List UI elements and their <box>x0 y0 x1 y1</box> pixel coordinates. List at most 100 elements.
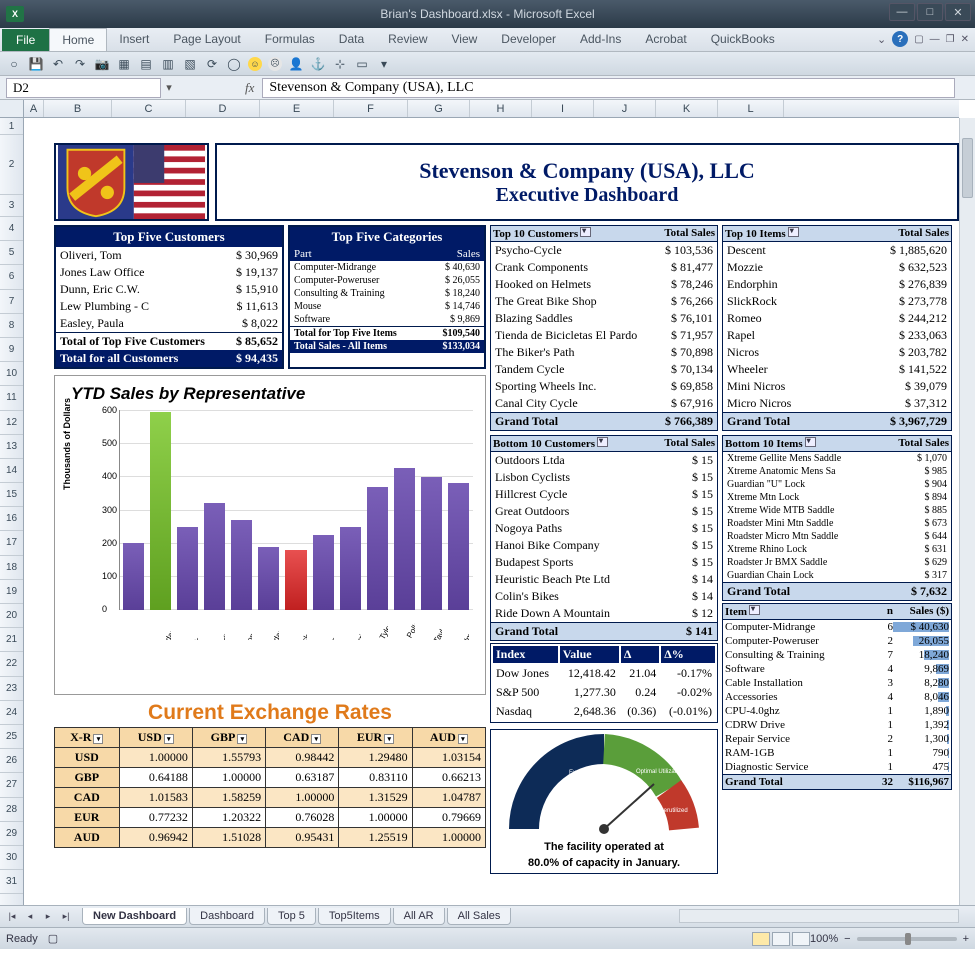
qat-tree-icon[interactable]: ⊹ <box>332 56 348 72</box>
qat-refresh-icon[interactable]: ⟳ <box>204 56 220 72</box>
dropdown-icon[interactable]: ▾ <box>458 734 468 744</box>
column-header[interactable]: B <box>44 100 112 117</box>
name-box[interactable] <box>6 78 161 98</box>
ribbon-tab-view[interactable]: View <box>440 28 490 51</box>
filter-icon[interactable] <box>788 227 799 237</box>
name-box-dropdown-icon[interactable]: ▾ <box>161 81 177 94</box>
qat-circle-icon[interactable]: ◯ <box>226 56 242 72</box>
tab-nav-prev-icon[interactable]: ◂ <box>22 910 38 924</box>
sheet-tab[interactable]: Top5Items <box>318 908 391 925</box>
qat-save-icon[interactable]: 💾 <box>28 56 44 72</box>
ribbon-tab-page-layout[interactable]: Page Layout <box>161 28 252 51</box>
close-button[interactable]: ✕ <box>945 3 971 21</box>
qat-redo-icon[interactable]: ↷ <box>72 56 88 72</box>
column-header[interactable]: K <box>656 100 718 117</box>
row-header[interactable]: 19 <box>0 580 23 604</box>
help-icon[interactable]: ? <box>892 31 908 47</box>
column-header[interactable]: C <box>112 100 186 117</box>
ribbon-tab-home[interactable]: Home <box>49 28 107 51</box>
column-header[interactable]: D <box>186 100 260 117</box>
maximize-button[interactable]: □ <box>917 3 943 21</box>
qat-undo-icon[interactable]: ↶ <box>50 56 66 72</box>
qat-smiley-icon[interactable]: ☺ <box>248 57 262 71</box>
fx-icon[interactable]: fx <box>245 80 254 96</box>
vertical-scrollbar[interactable] <box>959 118 975 905</box>
column-header[interactable]: F <box>334 100 408 117</box>
row-header[interactable]: 27 <box>0 773 23 797</box>
row-header[interactable]: 6 <box>0 265 23 289</box>
column-header[interactable]: J <box>594 100 656 117</box>
row-header[interactable]: 12 <box>0 411 23 435</box>
ribbon-tab-add-ins[interactable]: Add-Ins <box>568 28 633 51</box>
column-header[interactable]: E <box>260 100 334 117</box>
row-header[interactable]: 21 <box>0 628 23 652</box>
row-header[interactable]: 18 <box>0 556 23 580</box>
tab-nav-first-icon[interactable]: |◂ <box>4 910 20 924</box>
zoom-in-icon[interactable]: + <box>963 933 969 945</box>
row-header[interactable]: 2 <box>0 135 23 195</box>
workbook-restore-icon[interactable]: ❐ <box>946 34 955 45</box>
view-break-icon[interactable] <box>792 932 810 946</box>
qat-sad-icon[interactable]: ☹ <box>268 57 282 71</box>
zoom-slider[interactable] <box>857 937 957 941</box>
row-header[interactable]: 22 <box>0 652 23 676</box>
row-header[interactable]: 15 <box>0 483 23 507</box>
ribbon-tab-formulas[interactable]: Formulas <box>253 28 327 51</box>
row-header[interactable]: 24 <box>0 701 23 725</box>
dropdown-icon[interactable]: ▾ <box>237 734 247 744</box>
zoom-out-icon[interactable]: − <box>844 933 850 945</box>
row-header[interactable]: 1 <box>0 118 23 135</box>
row-header[interactable]: 23 <box>0 677 23 701</box>
view-normal-icon[interactable] <box>752 932 770 946</box>
customize-ribbon-icon[interactable]: ⌄ <box>877 33 886 46</box>
macro-record-icon[interactable]: ▢ <box>48 932 58 945</box>
workbook-close-icon[interactable]: ✕ <box>961 34 969 45</box>
qat-grid3-icon[interactable]: ▥ <box>160 56 176 72</box>
qat-anchor-icon[interactable]: ⚓ <box>310 56 326 72</box>
row-header[interactable]: 16 <box>0 507 23 531</box>
qat-camera-icon[interactable]: 📷 <box>94 56 110 72</box>
row-header[interactable]: 29 <box>0 822 23 846</box>
minimize-button[interactable]: ― <box>889 3 915 21</box>
row-header[interactable]: 28 <box>0 798 23 822</box>
zoom-level[interactable]: 100% <box>810 933 838 945</box>
ribbon-tab-data[interactable]: Data <box>327 28 376 51</box>
tab-nav-next-icon[interactable]: ▸ <box>40 910 56 924</box>
row-header[interactable]: 14 <box>0 459 23 483</box>
qat-grid4-icon[interactable]: ▧ <box>182 56 198 72</box>
qat-dropdown-icon[interactable]: ▾ <box>376 56 392 72</box>
row-header[interactable]: 17 <box>0 531 23 555</box>
filter-icon[interactable] <box>597 437 608 447</box>
ribbon-tab-developer[interactable]: Developer <box>489 28 568 51</box>
qat-form-icon[interactable]: ▭ <box>354 56 370 72</box>
filter-icon[interactable] <box>805 437 816 447</box>
row-header[interactable]: 4 <box>0 217 23 241</box>
filter-icon[interactable] <box>749 605 760 615</box>
sheet-tab[interactable]: New Dashboard <box>82 908 187 925</box>
column-header[interactable]: A <box>24 100 44 117</box>
sheet-tab[interactable]: Dashboard <box>189 908 265 925</box>
sheet-tab[interactable]: All Sales <box>447 908 512 925</box>
ribbon-tab-review[interactable]: Review <box>376 28 439 51</box>
sheet-tab[interactable]: All AR <box>393 908 445 925</box>
row-header[interactable]: 25 <box>0 725 23 749</box>
file-tab[interactable]: File <box>2 29 49 51</box>
column-header[interactable]: L <box>718 100 784 117</box>
column-header[interactable]: I <box>532 100 594 117</box>
qat-new-icon[interactable]: ○ <box>6 56 22 72</box>
dropdown-icon[interactable]: ▾ <box>311 734 321 744</box>
ribbon-minimize-icon[interactable]: ▢ <box>914 34 923 45</box>
filter-icon[interactable] <box>580 227 591 237</box>
qat-person-icon[interactable]: 👤 <box>288 56 304 72</box>
column-header[interactable]: H <box>470 100 532 117</box>
ribbon-tab-quickbooks[interactable]: QuickBooks <box>699 28 787 51</box>
tab-nav-last-icon[interactable]: ▸| <box>58 910 74 924</box>
dropdown-icon[interactable]: ▾ <box>93 734 103 744</box>
row-header[interactable]: 31 <box>0 870 23 894</box>
row-header[interactable]: 13 <box>0 435 23 459</box>
ribbon-tab-acrobat[interactable]: Acrobat <box>633 28 698 51</box>
ribbon-tab-insert[interactable]: Insert <box>107 28 161 51</box>
view-layout-icon[interactable] <box>772 932 790 946</box>
grid[interactable]: Stevenson & Company (USA), LLC Executive… <box>24 118 959 905</box>
row-header[interactable]: 5 <box>0 241 23 265</box>
